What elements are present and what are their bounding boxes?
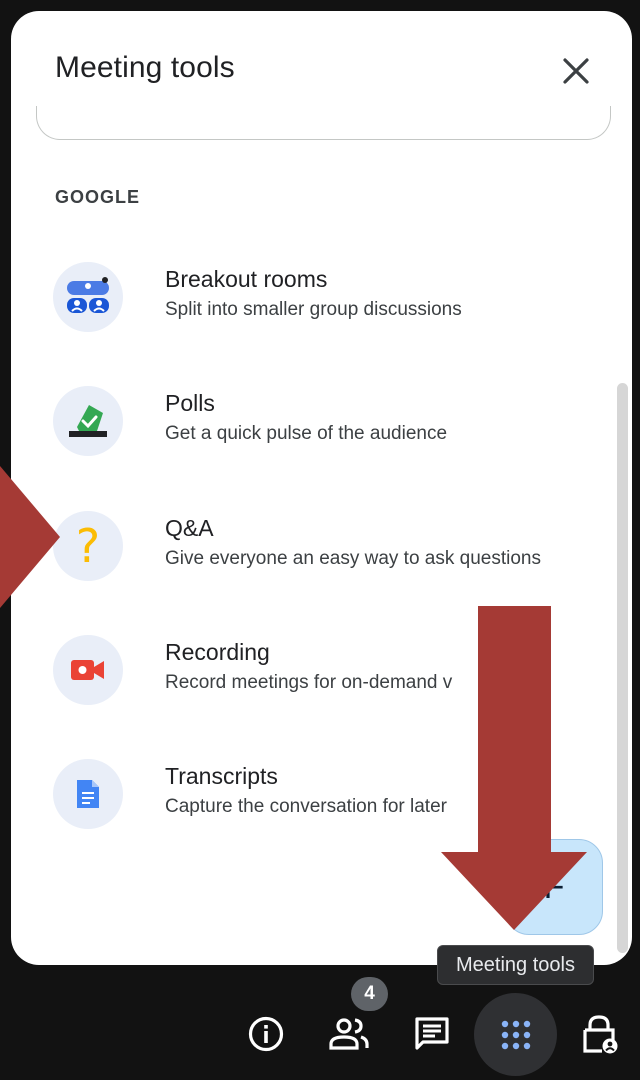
chat-icon — [415, 1017, 449, 1050]
chat-button[interactable] — [403, 1005, 461, 1063]
tool-title: Transcripts — [165, 763, 278, 789]
feedback-icon: F — [543, 867, 565, 906]
qa-icon: ? — [53, 511, 123, 581]
tool-description: Give everyone an easy way to ask questio… — [165, 548, 541, 569]
polls-icon — [53, 386, 123, 456]
info-icon — [248, 1016, 284, 1052]
tool-title: Breakout rooms — [165, 266, 328, 292]
search-field-edge[interactable] — [36, 106, 611, 140]
tool-title: Q&A — [165, 515, 214, 541]
tool-title: Polls — [165, 390, 215, 416]
floating-action-button[interactable]: F — [505, 839, 603, 935]
host-controls-button[interactable] — [570, 1005, 628, 1063]
tool-breakout-rooms[interactable]: Breakout rooms Split into smaller group … — [11, 262, 632, 372]
meeting-tools-panel: Meeting tools GOOGLE Breakout rooms Spli… — [11, 11, 632, 965]
host-controls-icon — [583, 1015, 618, 1054]
info-button[interactable] — [237, 1005, 295, 1063]
section-label: GOOGLE — [55, 187, 141, 207]
tool-description: Record meetings for on-demand v — [165, 672, 453, 693]
breakout-rooms-icon — [53, 262, 123, 332]
tool-polls[interactable]: Polls Get a quick pulse of the audience — [11, 386, 632, 496]
tooltip: Meeting tools — [437, 945, 594, 985]
tool-description: Split into smaller group discussions — [165, 299, 462, 320]
tool-title: Recording — [165, 639, 270, 665]
tool-description: Capture the conversation for later — [165, 796, 447, 817]
people-icon — [329, 1018, 369, 1050]
panel-title: Meeting tools — [55, 51, 235, 84]
scrollbar[interactable] — [617, 383, 628, 953]
recording-icon — [53, 635, 123, 705]
people-button[interactable] — [320, 1005, 378, 1063]
meeting-tools-button[interactable] — [474, 993, 557, 1076]
meeting-tools-icon — [501, 1020, 530, 1049]
tool-recording[interactable]: Recording Record meetings for on-demand … — [11, 635, 632, 745]
tool-qa[interactable]: ? Q&A Give everyone an easy way to ask q… — [11, 511, 632, 621]
close-button[interactable] — [557, 52, 595, 90]
transcripts-icon — [53, 759, 123, 829]
close-icon — [563, 58, 589, 84]
tool-description: Get a quick pulse of the audience — [165, 423, 448, 444]
